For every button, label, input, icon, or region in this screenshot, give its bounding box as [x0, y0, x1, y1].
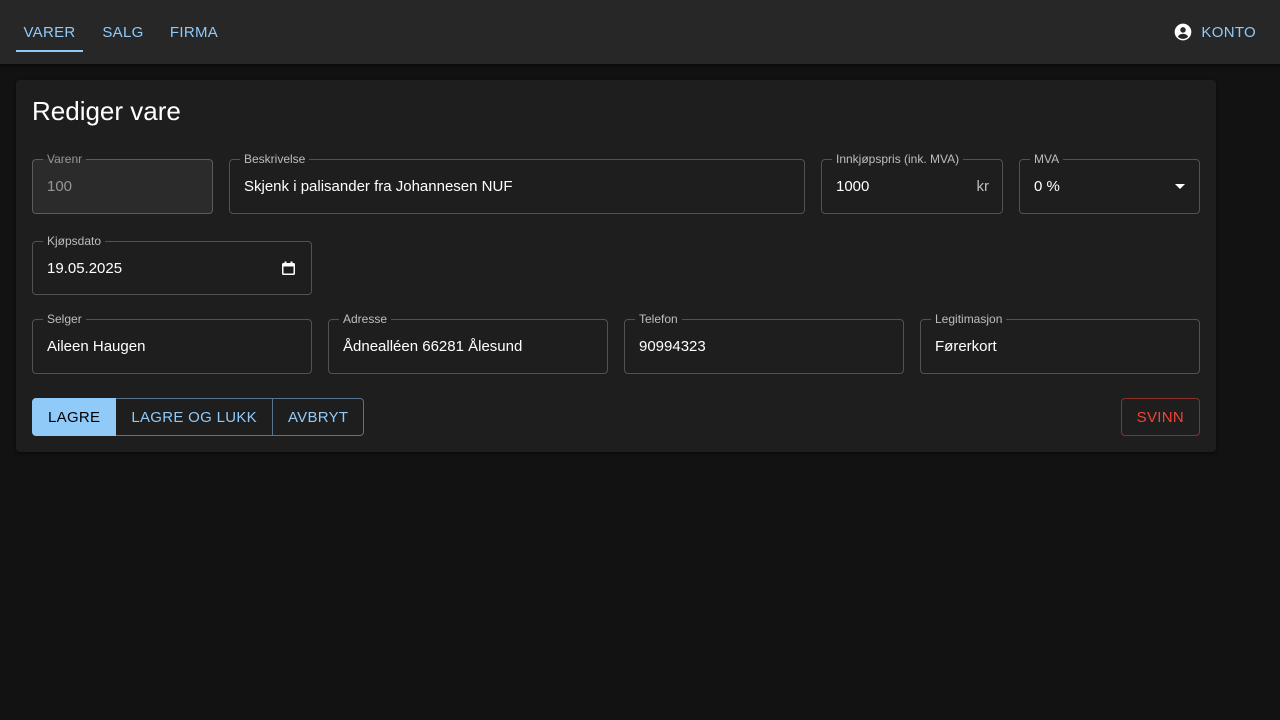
tab-salg-label: SALG — [102, 23, 144, 41]
calendar-icon[interactable] — [281, 261, 296, 276]
tab-firma-label: FIRMA — [169, 23, 219, 41]
save-and-close-button[interactable]: LAGRE OG LUKK — [116, 398, 273, 436]
save-button[interactable]: LAGRE — [32, 398, 117, 436]
kjopsdato-field[interactable]: Kjøpsdato 19.05.2025 — [32, 234, 312, 295]
innkjopspris-value: 1000 — [836, 178, 870, 195]
kjopsdato-value: 19.05.2025 — [47, 259, 123, 277]
account-button[interactable]: KONTO — [1173, 0, 1256, 64]
dropdown-arrow-icon — [1175, 184, 1185, 189]
varenr-field: Varenr 100 — [32, 152, 213, 214]
account-label: KONTO — [1201, 23, 1256, 41]
account-circle-icon — [1173, 22, 1193, 42]
tab-indicator — [16, 50, 83, 52]
currency-unit: kr — [976, 178, 990, 195]
telefon-field[interactable]: Telefon 90994323 — [624, 312, 904, 374]
page-title: Rediger vare — [32, 96, 181, 126]
legitimasjon-field[interactable]: Legitimasjon Førerkort — [920, 312, 1200, 374]
tab-firma[interactable]: FIRMA — [160, 0, 228, 64]
selger-value: Aileen Haugen — [47, 338, 146, 355]
adresse-field[interactable]: Adresse Ådnealléen 66281 Ålesund — [328, 312, 608, 374]
tab-varer-label: VARER — [23, 23, 76, 41]
mva-value: 0 % — [1034, 178, 1060, 195]
selger-field[interactable]: Selger Aileen Haugen — [32, 312, 312, 374]
action-button-group: LAGRE LAGRE OG LUKK AVBRYT — [32, 398, 365, 436]
beskrivelse-value: Skjenk i palisander fra Johannesen NUF — [244, 178, 513, 195]
legitimasjon-value: Førerkort — [935, 338, 997, 355]
adresse-value: Ådnealléen 66281 Ålesund — [343, 338, 523, 355]
telefon-value: 90994323 — [639, 338, 706, 355]
cancel-button[interactable]: AVBRYT — [272, 398, 365, 436]
shrinkage-button[interactable]: SVINN — [1120, 398, 1200, 436]
tab-salg[interactable]: SALG — [88, 0, 158, 64]
varenr-value: 100 — [47, 178, 73, 195]
beskrivelse-field[interactable]: Beskrivelse Skjenk i palisander fra Joha… — [229, 152, 805, 214]
app-bar: VARER SALG FIRMA KONTO — [0, 0, 1280, 64]
innkjopspris-field[interactable]: Innkjøpspris (ink. MVA) 1000 kr — [821, 152, 1003, 214]
mva-select[interactable]: MVA 0 % — [1019, 152, 1200, 214]
tab-varer[interactable]: VARER — [16, 0, 83, 64]
edit-item-card: Rediger vare Varenr 100 Beskrivelse Skje… — [16, 80, 1216, 452]
